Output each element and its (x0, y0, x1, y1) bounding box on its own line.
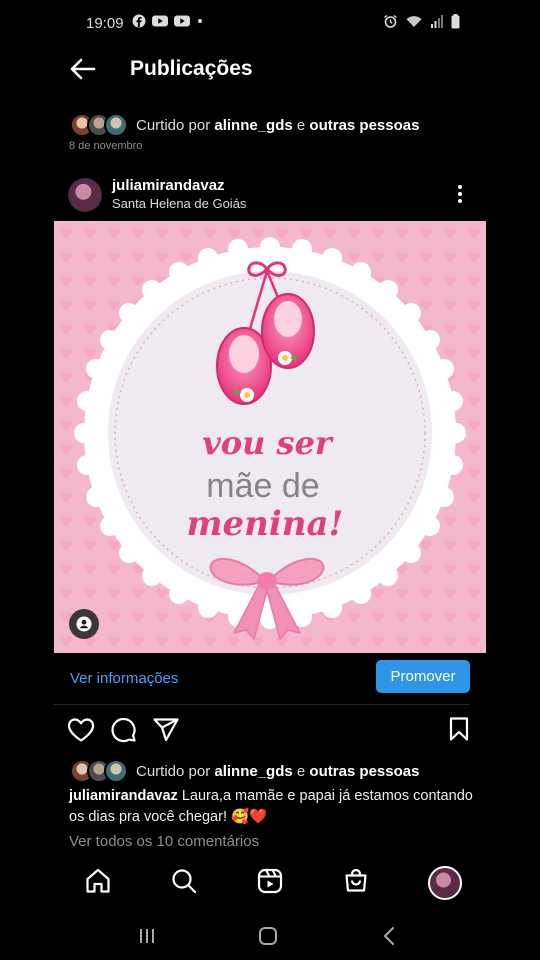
liked-by-row-top[interactable]: Curtido por alinne_gds e outras pessoas (70, 113, 419, 137)
youtube-icon (152, 15, 168, 27)
notification-icons (132, 14, 204, 28)
liked-by-text: Curtido por alinne_gds e outras pessoas (136, 117, 419, 134)
battery-icon (451, 14, 460, 29)
alarm-icon (384, 14, 397, 28)
status-time: 19:09 (86, 15, 124, 32)
save-bookmark-icon[interactable] (448, 716, 470, 742)
share-icon[interactable] (152, 717, 180, 743)
liked-conj: e (292, 762, 310, 780)
dot-icon (198, 19, 202, 23)
image-text-line1: vou ser (202, 424, 334, 462)
liked-conj: e (292, 116, 310, 134)
post-author-avatar[interactable] (68, 178, 102, 212)
post-image-artwork: vou ser mãe de menina! (54, 221, 486, 653)
promote-button[interactable]: Promover (376, 660, 470, 693)
liked-others[interactable]: outras pessoas (309, 117, 419, 134)
image-text-line3: menina! (187, 504, 344, 544)
liked-by-row[interactable]: Curtido por alinne_gds e outras pessoas (70, 759, 419, 783)
profile-avatar-tab[interactable] (428, 866, 462, 900)
view-all-comments-link[interactable]: Ver todos os 10 comentários (69, 833, 259, 850)
page-title: Publicações (130, 57, 253, 80)
more-options-icon[interactable] (450, 182, 470, 206)
liked-prefix: Curtido por (136, 116, 215, 134)
avatar (104, 113, 128, 137)
post-caption: juliamirandavaz Laura,a mamãe e papai já… (69, 786, 489, 828)
liked-prefix: Curtido por (136, 762, 215, 780)
wifi-icon (406, 16, 422, 27)
post-date: 8 de novembro (69, 140, 143, 152)
user-icon (76, 616, 92, 632)
liked-others[interactable]: outras pessoas (309, 763, 419, 780)
shop-icon[interactable] (342, 866, 370, 894)
view-insights-link[interactable]: Ver informações (70, 670, 178, 687)
post-image[interactable]: vou ser mãe de menina! (54, 221, 486, 653)
divider (54, 704, 470, 705)
comment-icon[interactable] (110, 717, 138, 745)
home-icon[interactable] (84, 867, 112, 895)
search-icon[interactable] (170, 867, 198, 895)
liked-by-text: Curtido por alinne_gds e outras pessoas (136, 763, 419, 780)
system-icons (383, 14, 460, 29)
liker-avatars (70, 759, 128, 783)
caption-username[interactable]: juliamirandavaz (69, 788, 178, 804)
facebook-icon (132, 14, 146, 28)
status-bar: 19:09 (0, 0, 540, 46)
liker-avatars (70, 113, 128, 137)
liked-user[interactable]: alinne_gds (214, 117, 292, 134)
reels-icon[interactable] (256, 867, 284, 895)
signal-icon (431, 15, 443, 28)
tagged-users-button[interactable] (69, 609, 99, 639)
like-heart-icon[interactable] (67, 717, 95, 743)
home-button-icon[interactable] (257, 925, 279, 947)
system-back-icon[interactable] (380, 925, 400, 947)
back-arrow-icon[interactable] (66, 55, 100, 83)
post-location[interactable]: Santa Helena de Goiás (112, 196, 246, 211)
youtube-icon (174, 15, 190, 27)
avatar (104, 759, 128, 783)
liked-user[interactable]: alinne_gds (214, 763, 292, 780)
post-username[interactable]: juliamirandavaz (112, 177, 225, 194)
image-text-line2: mãe de (206, 467, 319, 505)
recent-apps-icon[interactable] (137, 926, 157, 946)
